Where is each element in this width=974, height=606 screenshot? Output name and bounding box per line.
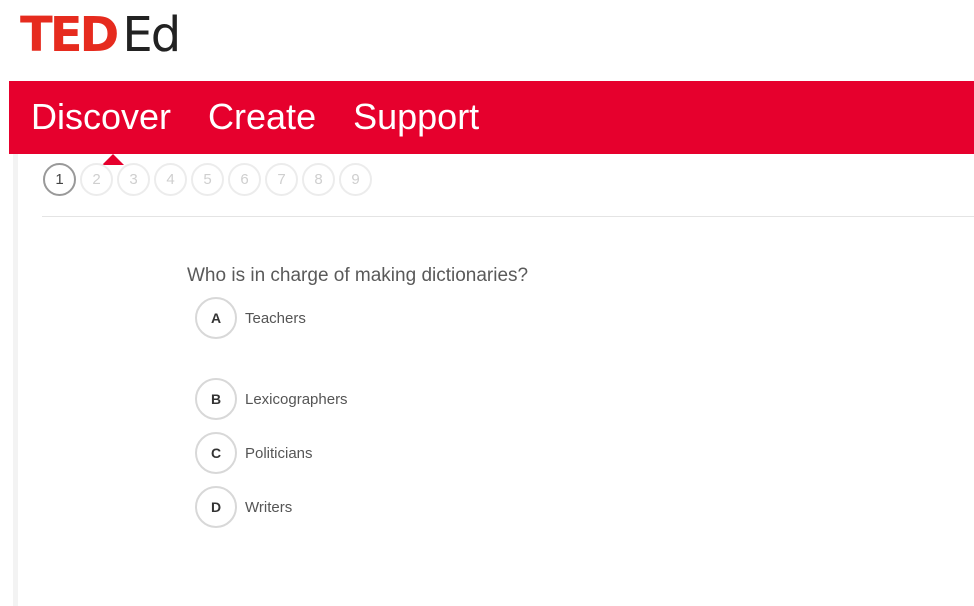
logo-ed-text: Ed (122, 7, 181, 63)
choice-c[interactable]: C Politicians (195, 432, 313, 474)
left-border (13, 154, 18, 606)
question-text: Who is in charge of making dictionaries? (187, 265, 529, 286)
nav-discover[interactable]: Discover (31, 97, 171, 137)
choice-letter[interactable]: A (195, 297, 237, 339)
nav-create[interactable]: Create (208, 97, 316, 137)
ted-ed-logo[interactable]: TED Ed (20, 7, 181, 63)
main-nav: Discover Create Support (9, 81, 974, 165)
step-5[interactable]: 5 (191, 163, 224, 196)
step-6[interactable]: 6 (228, 163, 261, 196)
choice-d[interactable]: D Writers (195, 486, 292, 528)
choice-label[interactable]: Lexicographers (245, 391, 348, 408)
step-4[interactable]: 4 (154, 163, 187, 196)
choice-label[interactable]: Politicians (245, 445, 313, 462)
choice-label[interactable]: Writers (245, 499, 292, 516)
choice-letter[interactable]: C (195, 432, 237, 474)
stepper-divider (42, 216, 974, 217)
step-9[interactable]: 9 (339, 163, 372, 196)
nav-support[interactable]: Support (353, 97, 479, 137)
choice-a[interactable]: A Teachers (195, 297, 306, 339)
choice-b[interactable]: B Lexicographers (195, 378, 348, 420)
choice-label[interactable]: Teachers (245, 310, 306, 327)
question-stepper: 1 2 3 4 5 6 7 8 9 (43, 163, 372, 196)
step-3[interactable]: 3 (117, 163, 150, 196)
step-1[interactable]: 1 (43, 163, 76, 196)
step-7[interactable]: 7 (265, 163, 298, 196)
step-2[interactable]: 2 (80, 163, 113, 196)
choice-letter[interactable]: B (195, 378, 237, 420)
choice-letter[interactable]: D (195, 486, 237, 528)
logo-ted-text: TED (20, 7, 119, 63)
step-8[interactable]: 8 (302, 163, 335, 196)
